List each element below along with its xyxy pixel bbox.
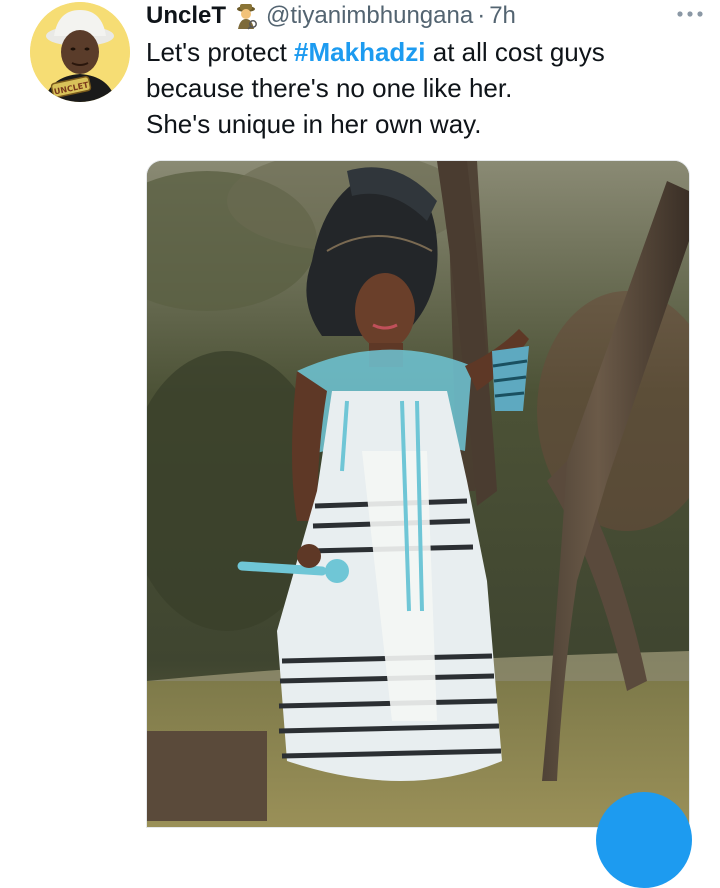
tweet-text-line-3: She's unique in her own way.: [146, 109, 482, 139]
tweet-photo[interactable]: [146, 160, 690, 828]
avatar-image: UNCLET: [30, 2, 130, 102]
separator-dot: ·: [477, 2, 486, 29]
tweet-text-line-1: Let's protect #Makhadzi at all cost guys: [146, 34, 706, 70]
more-icon[interactable]: [670, 0, 710, 28]
detective-emoji-icon: [232, 2, 260, 30]
tweet-text: Let's protect #Makhadzi at all cost guys…: [146, 34, 706, 142]
tweet-timestamp[interactable]: 7h: [489, 2, 516, 30]
tweet-text-fragment: at all cost guys: [425, 37, 605, 67]
tweet-text-line-2: because there's no one like her.: [146, 73, 513, 103]
author-handle[interactable]: @tiyanimbhungana: [266, 2, 473, 30]
tweet-text-fragment: Let's protect: [146, 37, 295, 67]
photo-image: [147, 161, 689, 827]
author-display-name[interactable]: UncleT: [146, 2, 226, 30]
hashtag-link[interactable]: #Makhadzi: [294, 37, 426, 67]
compose-button[interactable]: [596, 792, 692, 888]
author-avatar[interactable]: UNCLET: [30, 2, 130, 102]
tweet-header: UncleT @tiyanimbhungana · 7h: [146, 0, 700, 32]
